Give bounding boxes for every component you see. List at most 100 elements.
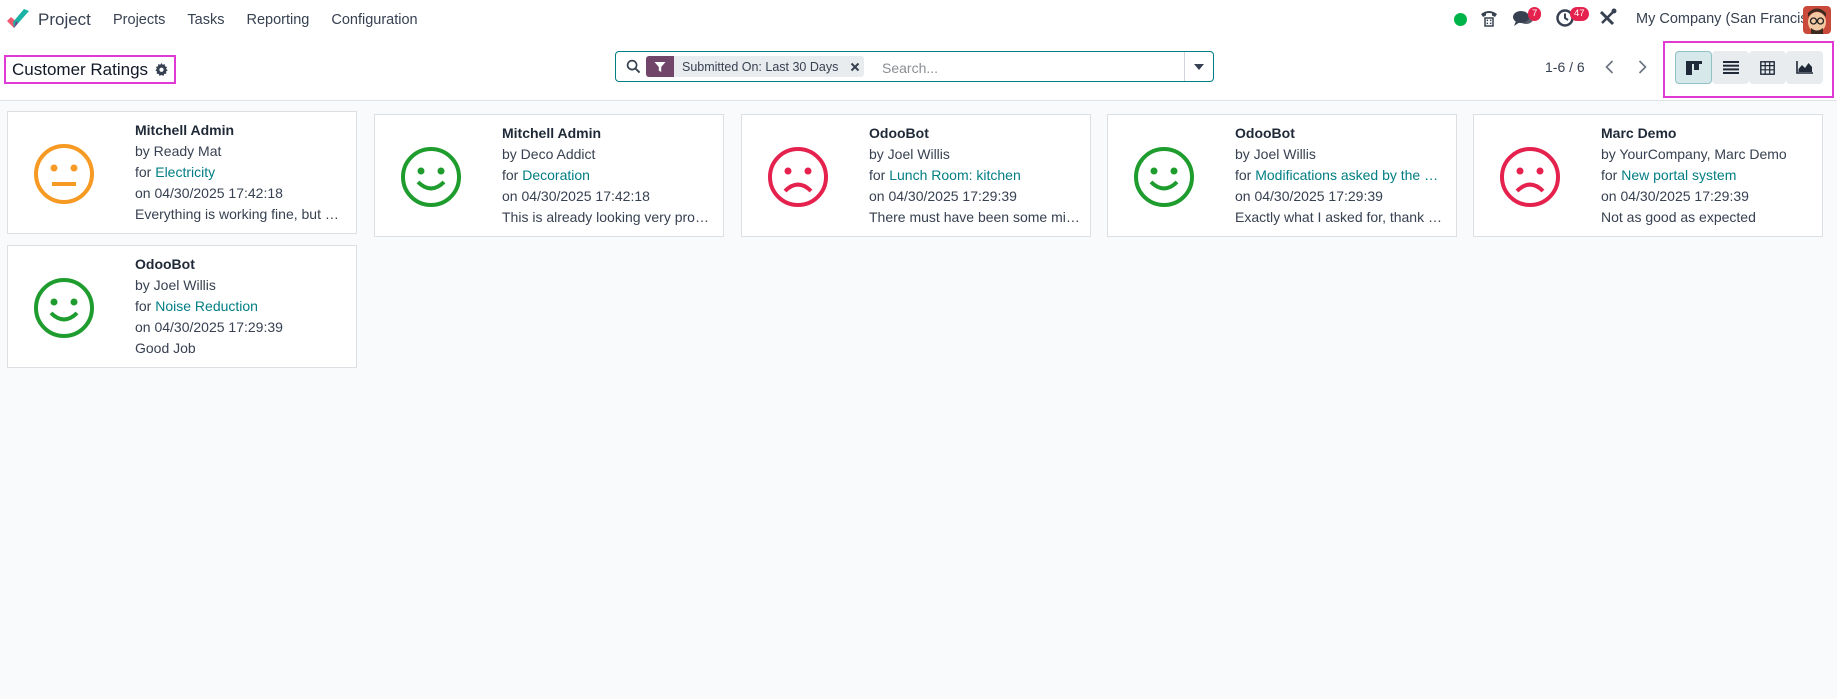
rating-feedback: Everything is working fine, but … bbox=[135, 206, 339, 222]
rating-feedback: Good Job bbox=[135, 340, 196, 356]
rating-date: on 04/30/2025 17:29:39 bbox=[869, 188, 1017, 204]
rating-task-line: for New portal system bbox=[1601, 165, 1816, 186]
for-label: for bbox=[135, 298, 156, 314]
for-label: for bbox=[1601, 167, 1622, 183]
debug-tools-icon[interactable] bbox=[1599, 8, 1617, 28]
search-options-toggle[interactable] bbox=[1184, 52, 1213, 81]
rating-feedback: Exactly what I asked for, thank … bbox=[1235, 209, 1442, 225]
rating-author: OdooBot bbox=[135, 256, 195, 272]
pager-previous-button[interactable] bbox=[1594, 52, 1624, 82]
rating-author: Marc Demo bbox=[1601, 125, 1677, 141]
page-title: Customer Ratings bbox=[12, 59, 149, 79]
rating-details: OdooBot by Joel Willis for Lunch Room: k… bbox=[869, 123, 1084, 228]
avatar-image bbox=[1803, 6, 1831, 34]
area-chart-icon bbox=[1796, 61, 1813, 74]
rating-task-link[interactable]: Electricity bbox=[155, 164, 215, 180]
rating-date: on 04/30/2025 17:29:39 bbox=[1601, 188, 1749, 204]
rating-task-line: for Decoration bbox=[502, 165, 717, 186]
rating-date: on 04/30/2025 17:29:39 bbox=[1235, 188, 1383, 204]
for-label: for bbox=[502, 167, 523, 183]
rating-task-line: for Noise Reduction bbox=[135, 296, 350, 317]
search-facet: Submitted On: Last 30 Days bbox=[646, 56, 865, 77]
project-app-icon bbox=[7, 9, 29, 28]
for-label: for bbox=[1235, 167, 1256, 183]
rating-customer: by Joel Willis bbox=[869, 146, 950, 162]
menu-item-tasks[interactable]: Tasks bbox=[187, 12, 224, 28]
rating-feedback: Not as good as expected bbox=[1601, 209, 1756, 225]
menu-item-reporting[interactable]: Reporting bbox=[246, 12, 309, 28]
rating-task-link[interactable]: New portal system bbox=[1621, 167, 1736, 183]
rating-details: OdooBot by Joel Willis for Modifications… bbox=[1235, 123, 1450, 228]
neutral-face-icon bbox=[34, 144, 94, 204]
rating-author: Mitchell Admin bbox=[502, 125, 602, 141]
rating-task-line: for Electricity bbox=[135, 162, 350, 183]
kanban-icon bbox=[1685, 60, 1702, 75]
menu-item-projects[interactable]: Projects bbox=[113, 12, 165, 28]
satisfied-face-icon bbox=[401, 147, 461, 207]
chevron-right-icon bbox=[1638, 60, 1647, 74]
user-avatar[interactable] bbox=[1803, 6, 1831, 34]
filter-icon bbox=[646, 56, 674, 77]
messages-badge: 7 bbox=[1528, 7, 1542, 21]
rating-date: on 04/30/2025 17:42:18 bbox=[502, 188, 650, 204]
pager-value[interactable]: 1-6 / 6 bbox=[1545, 59, 1585, 75]
rating-details: Mitchell Admin by Deco Addict for Decora… bbox=[502, 123, 717, 228]
for-label: for bbox=[869, 167, 890, 183]
rating-task-link[interactable]: Decoration bbox=[522, 167, 590, 183]
pager-next-button[interactable] bbox=[1627, 52, 1657, 82]
pivot-view-button[interactable] bbox=[1749, 51, 1786, 84]
satisfied-face-icon bbox=[1134, 147, 1194, 207]
rating-card[interactable]: OdooBot by Joel Willis for Lunch Room: k… bbox=[741, 114, 1091, 237]
pivot-table-icon bbox=[1760, 60, 1775, 75]
systray: 7 47 My Company (San Francisco) bbox=[1437, 0, 1837, 40]
chevron-left-icon bbox=[1604, 60, 1613, 74]
breadcrumb: Customer Ratings bbox=[4, 55, 177, 84]
rating-customer: by Ready Mat bbox=[135, 143, 222, 159]
rating-task-link[interactable]: Noise Reduction bbox=[155, 298, 258, 314]
rating-task-link[interactable]: Lunch Room: kitchen bbox=[889, 167, 1021, 183]
rating-customer: by Deco Addict bbox=[502, 146, 596, 162]
satisfied-face-icon bbox=[34, 278, 94, 338]
search-icon[interactable] bbox=[626, 59, 641, 74]
rating-author: OdooBot bbox=[1235, 125, 1295, 141]
rating-card[interactable]: Mitchell Admin by Ready Mat for Electric… bbox=[7, 111, 357, 234]
activities-badge: 47 bbox=[1570, 7, 1589, 21]
phone-icon[interactable] bbox=[1479, 8, 1499, 28]
main-navbar: Project Projects Tasks Reporting Configu… bbox=[0, 0, 1837, 40]
kanban-view-button[interactable] bbox=[1675, 51, 1712, 84]
online-status-icon bbox=[1454, 13, 1467, 26]
list-view-button[interactable] bbox=[1712, 51, 1749, 84]
app-brand[interactable]: Project bbox=[6, 9, 91, 31]
facet-label: Submitted On: Last 30 Days bbox=[682, 59, 839, 74]
rating-author: OdooBot bbox=[869, 125, 929, 141]
rating-task-line: for Modifications asked by the … bbox=[1235, 165, 1450, 186]
rating-customer: by YourCompany, Marc Demo bbox=[1601, 146, 1787, 162]
rating-date: on 04/30/2025 17:29:39 bbox=[135, 319, 283, 335]
for-label: for bbox=[135, 164, 156, 180]
rating-feedback: There must have been some mi… bbox=[869, 209, 1080, 225]
search-input[interactable] bbox=[880, 56, 1184, 79]
rating-card[interactable]: Marc Demo by YourCompany, Marc Demo for … bbox=[1473, 114, 1823, 237]
app-name: Project bbox=[38, 10, 91, 29]
gear-icon[interactable] bbox=[155, 63, 168, 76]
rating-customer: by Joel Willis bbox=[1235, 146, 1316, 162]
top-menu: Projects Tasks Reporting Configuration bbox=[104, 0, 431, 40]
dissatisfied-face-icon bbox=[768, 147, 828, 207]
rating-card[interactable]: OdooBot by Joel Willis for Modifications… bbox=[1107, 114, 1457, 237]
rating-card[interactable]: Mitchell Admin by Deco Addict for Decora… bbox=[374, 114, 724, 237]
rating-author: Mitchell Admin bbox=[135, 122, 235, 138]
remove-facet-close-icon[interactable] bbox=[846, 56, 864, 77]
rating-customer: by Joel Willis bbox=[135, 277, 216, 293]
caret-down-icon bbox=[1194, 63, 1204, 70]
company-switcher[interactable]: My Company (San Francisco) bbox=[1636, 11, 1828, 27]
rating-task-link[interactable]: Modifications asked by the … bbox=[1255, 167, 1438, 183]
view-switcher bbox=[1663, 41, 1834, 98]
rating-details: Mitchell Admin by Ready Mat for Electric… bbox=[135, 120, 350, 225]
rating-card[interactable]: OdooBot by Joel Willis for Noise Reducti… bbox=[7, 245, 357, 368]
list-icon bbox=[1722, 61, 1739, 74]
dissatisfied-face-icon bbox=[1500, 147, 1560, 207]
rating-details: OdooBot by Joel Willis for Noise Reducti… bbox=[135, 254, 350, 359]
menu-item-configuration[interactable]: Configuration bbox=[331, 12, 417, 28]
graph-view-button[interactable] bbox=[1786, 51, 1823, 84]
search-bar: Submitted On: Last 30 Days bbox=[615, 51, 1214, 82]
